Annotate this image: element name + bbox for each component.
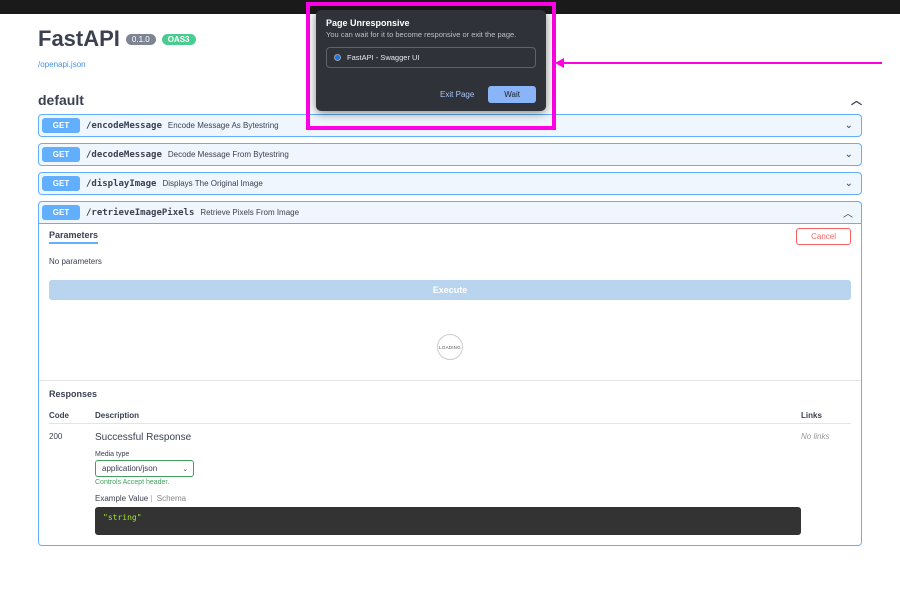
radio-icon bbox=[334, 54, 341, 61]
endpoint-path: /displayImage bbox=[86, 179, 156, 189]
chevron-down-icon: ⌄ bbox=[845, 120, 853, 131]
section-name: default bbox=[38, 92, 84, 108]
media-type-select[interactable]: application/json bbox=[95, 460, 194, 477]
response-code: 200 bbox=[49, 432, 95, 535]
dialog-page-item[interactable]: FastAPI - Swagger UI bbox=[326, 47, 536, 68]
endpoint-desc: Decode Message From Bytestring bbox=[168, 150, 289, 159]
chevron-up-icon: ︿ bbox=[851, 92, 862, 108]
api-title: FastAPI bbox=[38, 26, 120, 52]
separator: | bbox=[150, 494, 154, 503]
endpoint-summary[interactable]: GET /retrieveImagePixels Retrieve Pixels… bbox=[39, 202, 861, 224]
endpoint-row[interactable]: GET /displayImage Displays The Original … bbox=[38, 172, 862, 195]
col-desc: Description bbox=[95, 411, 801, 420]
version-badge: 0.1.0 bbox=[126, 34, 156, 45]
chevron-up-icon: ︿ bbox=[843, 205, 853, 220]
responses-heading: Responses bbox=[39, 380, 861, 405]
exit-page-button[interactable]: Exit Page bbox=[436, 86, 478, 103]
endpoint-path: /encodeMessage bbox=[86, 121, 162, 131]
endpoint-path: /retrieveImagePixels bbox=[86, 208, 194, 218]
dialog-message: You can wait for it to become responsive… bbox=[326, 30, 536, 39]
endpoint-desc: Encode Message As Bytestring bbox=[168, 121, 279, 130]
endpoint-desc: Retrieve Pixels From Image bbox=[200, 208, 299, 217]
cancel-button[interactable]: Cancel bbox=[796, 228, 851, 245]
endpoint-desc: Displays The Original Image bbox=[162, 179, 262, 188]
example-body: "string" bbox=[95, 507, 801, 535]
method-badge: GET bbox=[42, 118, 80, 133]
oas-badge: OAS3 bbox=[162, 34, 196, 45]
endpoint-path: /decodeMessage bbox=[86, 150, 162, 160]
parameters-tab[interactable]: Parameters bbox=[49, 230, 98, 244]
page-unresponsive-dialog: Page Unresponsive You can wait for it to… bbox=[316, 10, 546, 111]
media-type-label: Media type bbox=[95, 451, 801, 458]
dialog-item-label: FastAPI - Swagger UI bbox=[347, 53, 420, 62]
spec-link[interactable]: /openapi.json bbox=[38, 60, 86, 69]
chevron-down-icon: ⌄ bbox=[845, 178, 853, 189]
endpoint-row[interactable]: GET /decodeMessage Decode Message From B… bbox=[38, 143, 862, 166]
chevron-down-icon: ⌄ bbox=[845, 149, 853, 160]
endpoint-row-expanded: GET /retrieveImagePixels Retrieve Pixels… bbox=[38, 201, 862, 546]
schema-tab[interactable]: Schema bbox=[157, 494, 186, 503]
no-parameters-text: No parameters bbox=[39, 249, 861, 274]
dialog-title: Page Unresponsive bbox=[326, 18, 536, 28]
accept-header-hint: Controls Accept header. bbox=[95, 479, 801, 486]
method-badge: GET bbox=[42, 147, 80, 162]
response-links: No links bbox=[801, 432, 851, 535]
method-badge: GET bbox=[42, 205, 80, 220]
col-links: Links bbox=[801, 411, 851, 420]
response-desc: Successful Response bbox=[95, 432, 801, 443]
col-code: Code bbox=[49, 411, 95, 420]
annotation-arrow-icon bbox=[562, 62, 882, 64]
spinner-icon: LOADING bbox=[437, 334, 463, 360]
execute-button[interactable]: Execute bbox=[49, 280, 851, 300]
loading-spinner: LOADING bbox=[39, 310, 861, 380]
example-value-tab[interactable]: Example Value bbox=[95, 494, 148, 503]
wait-button[interactable]: Wait bbox=[488, 86, 536, 103]
method-badge: GET bbox=[42, 176, 80, 191]
